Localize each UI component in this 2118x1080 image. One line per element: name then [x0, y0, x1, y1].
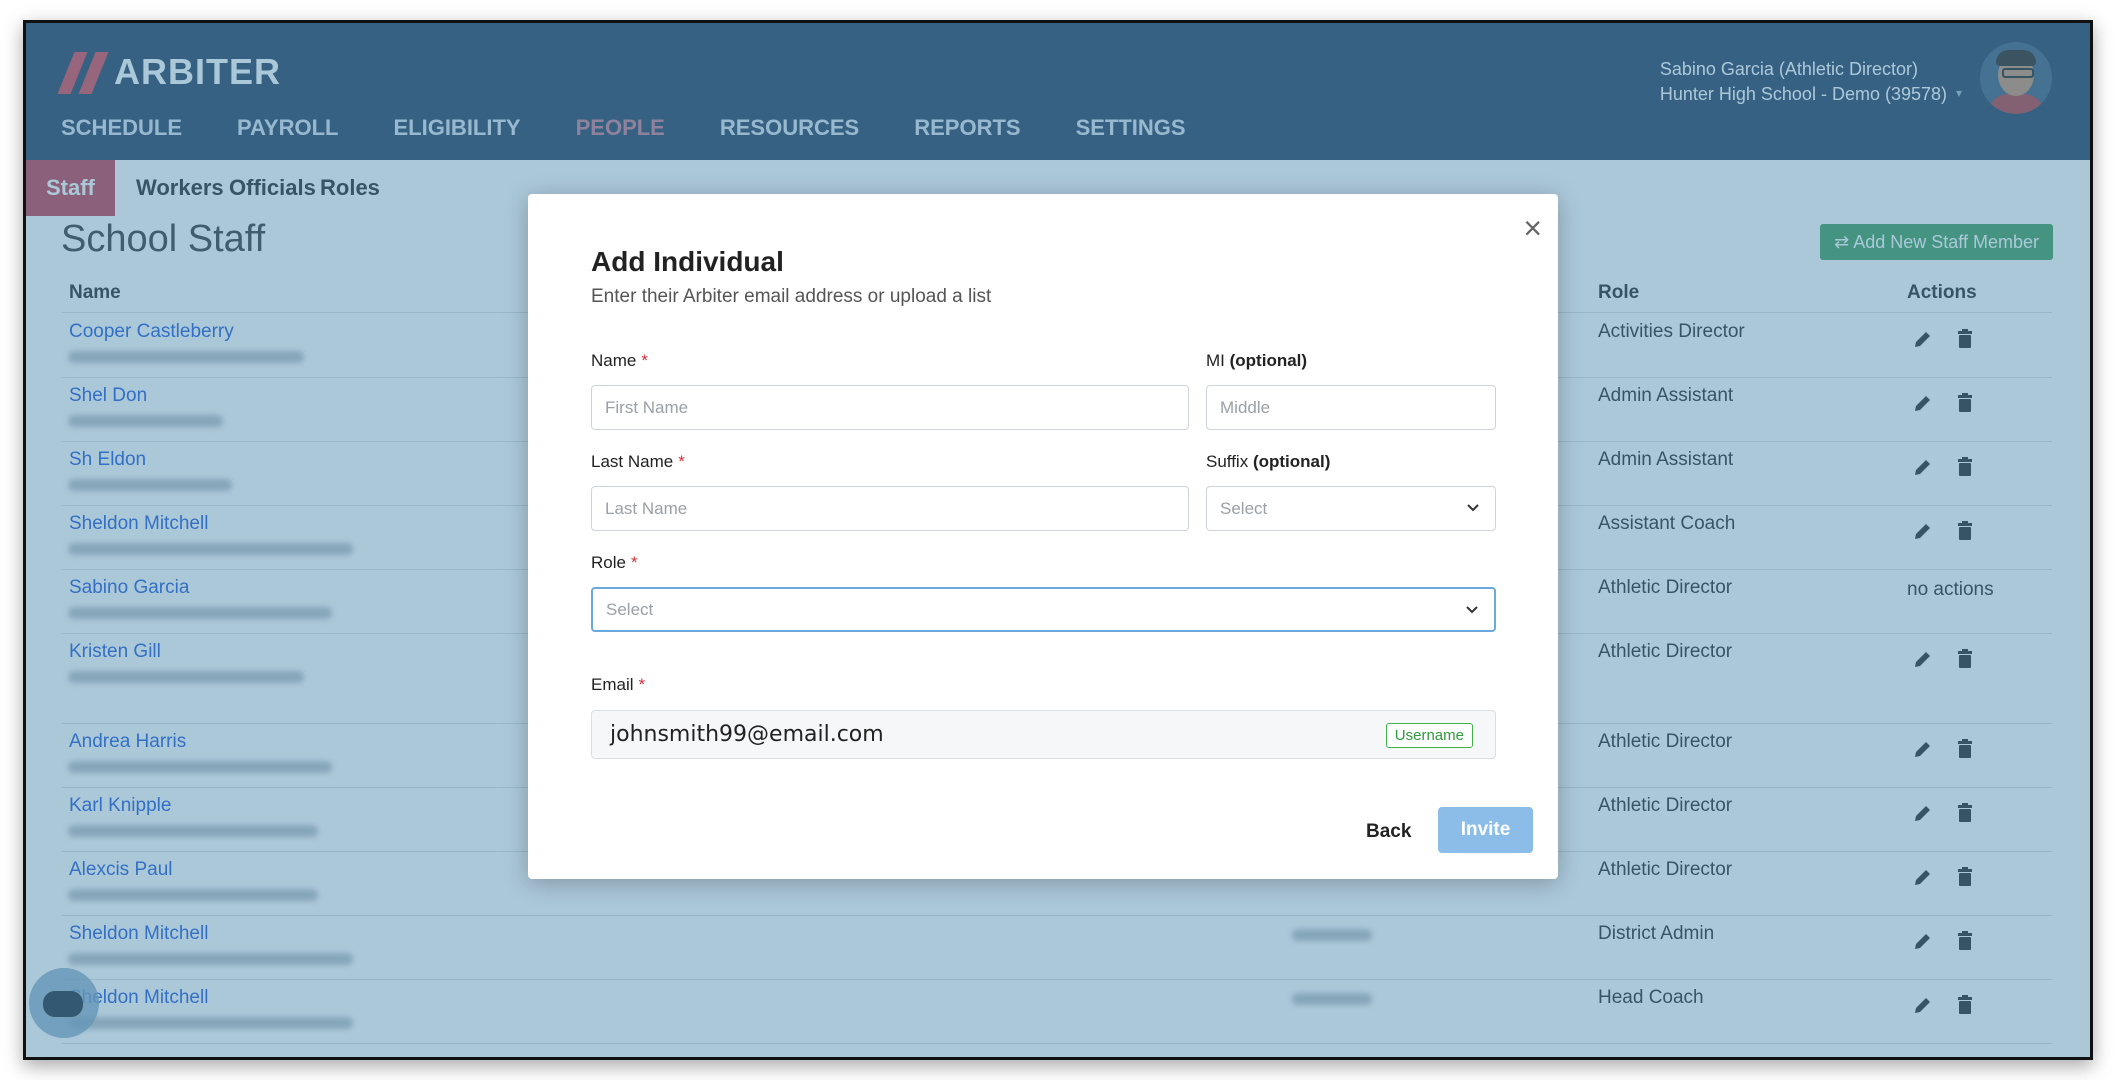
role-value: Select — [606, 600, 654, 619]
chevron-down-icon — [1466, 606, 1478, 614]
suffix-label: Suffix (optional) — [1206, 452, 1331, 471]
modal-subtitle: Enter their Arbiter email address or upl… — [591, 286, 992, 307]
email-label: Email * — [591, 675, 646, 694]
username-badge: Username — [1385, 723, 1473, 748]
role-label: Role * — [591, 553, 638, 572]
invite-button[interactable]: Invite — [1438, 807, 1533, 853]
modal-title: Add Individual — [591, 246, 784, 277]
first-name-input[interactable]: First Name — [591, 385, 1189, 430]
last-name-input[interactable]: Last Name — [591, 486, 1189, 531]
name-label: Name * — [591, 351, 648, 370]
last-name-label: Last Name * — [591, 452, 685, 471]
middle-initial-input[interactable]: Middle — [1206, 385, 1496, 430]
app-window: ARBITER SCHEDULE PAYROLL ELIGIBILITY PEO… — [23, 20, 2093, 1060]
chevron-down-icon — [1467, 504, 1479, 512]
mi-label: MI (optional) — [1206, 351, 1308, 370]
email-value: johnsmith99@email.com — [610, 722, 884, 747]
email-field[interactable]: johnsmith99@email.com Username — [591, 710, 1496, 759]
suffix-value: Select — [1220, 499, 1268, 518]
back-button[interactable]: Back — [1366, 821, 1411, 843]
add-individual-modal: × Add Individual Enter their Arbiter ema… — [528, 194, 1558, 879]
suffix-select[interactable]: Select — [1206, 486, 1496, 531]
role-select[interactable]: Select — [591, 587, 1496, 632]
close-icon[interactable]: × — [1523, 212, 1542, 244]
